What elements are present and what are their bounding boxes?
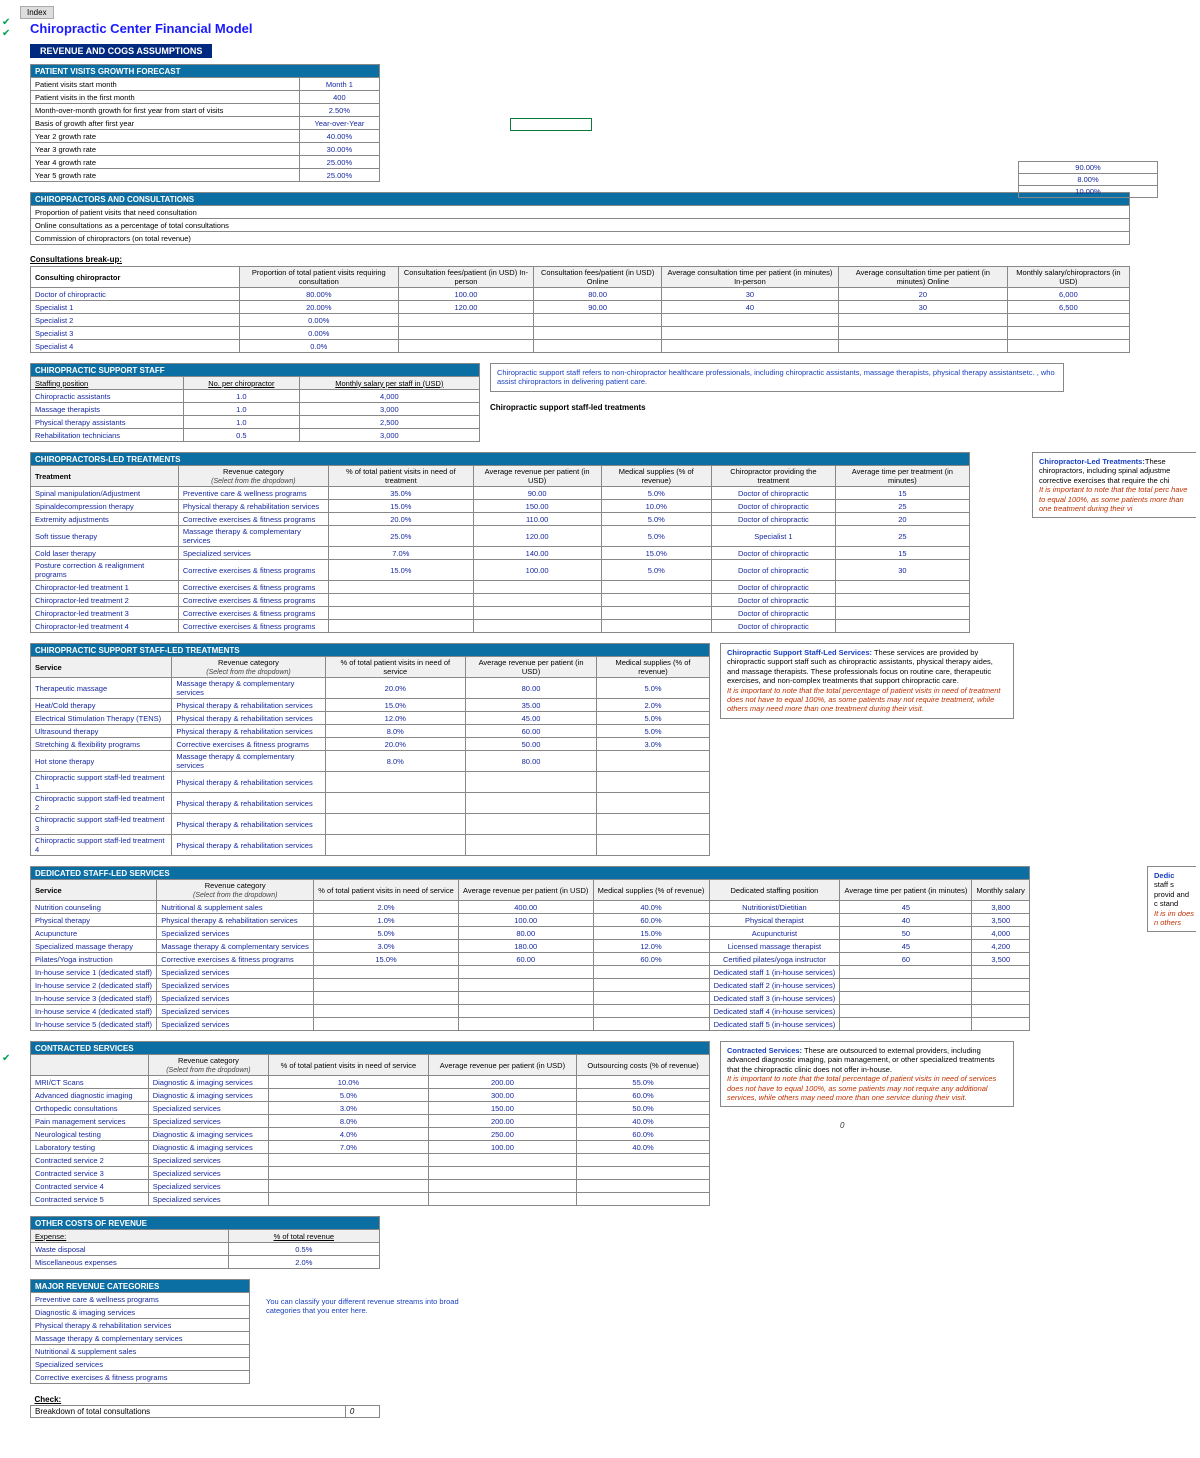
support-led-note: Chiropractic Support Staff-Led Services:…: [720, 643, 1014, 719]
support-staff-table: CHIROPRACTIC SUPPORT STAFF Staffing posi…: [30, 363, 480, 442]
chiro-consult-right-vals: 90.00% 8.00% 10.00%: [1018, 161, 1158, 198]
gutter-checks: ✔✔ ✔: [2, 18, 10, 1065]
dedicated-table: DEDICATED STAFF-LED SERVICES Service Rev…: [30, 866, 1030, 1031]
section-bar: REVENUE AND COGS ASSUMPTIONS: [30, 44, 212, 58]
consult-breakup-table: Consulting chiropractor Proportion of to…: [30, 266, 1130, 353]
floating-cell[interactable]: [510, 118, 592, 131]
check-table: Check: Breakdown of total consultations0: [30, 1394, 380, 1418]
major-rev-table: MAJOR REVENUE CATEGORIES Preventive care…: [30, 1279, 250, 1384]
consult-breakup-label: Consultations break-up:: [30, 255, 122, 264]
contracted-stray-zero: 0: [840, 1121, 844, 1130]
chiro-consult-table: CHIROPRACTORS AND CONSULTATIONS Proporti…: [30, 192, 1130, 245]
index-button[interactable]: Index: [20, 6, 54, 19]
patient-visits-table: PATIENT VISITS GROWTH FORECAST Patient v…: [30, 64, 380, 182]
page-title: Chiropractic Center Financial Model: [30, 21, 1196, 36]
other-costs-table: OTHER COSTS OF REVENUE Expense: % of tot…: [30, 1216, 380, 1269]
contracted-table: CONTRACTED SERVICES Revenue category(Sel…: [30, 1041, 710, 1206]
support-staff-side-label: Chiropractic support staff-led treatment…: [490, 403, 646, 412]
support-led-table: CHIROPRACTIC SUPPORT STAFF-LED TREATMENT…: [30, 643, 710, 856]
chiro-led-note: Chiropractor-Led Treatments:These chirop…: [1032, 452, 1196, 518]
contracted-note: Contracted Services: These are outsource…: [720, 1041, 1014, 1107]
support-staff-note: Chiropractic support staff refers to non…: [490, 363, 1064, 392]
dedicated-note: Dedic staff s provid and c stand It is i…: [1147, 866, 1196, 932]
chiro-led-table: CHIROPRACTORS-LED TREATMENTS Treatment R…: [30, 452, 970, 633]
major-rev-note: You can classify your different revenue …: [260, 1293, 492, 1320]
